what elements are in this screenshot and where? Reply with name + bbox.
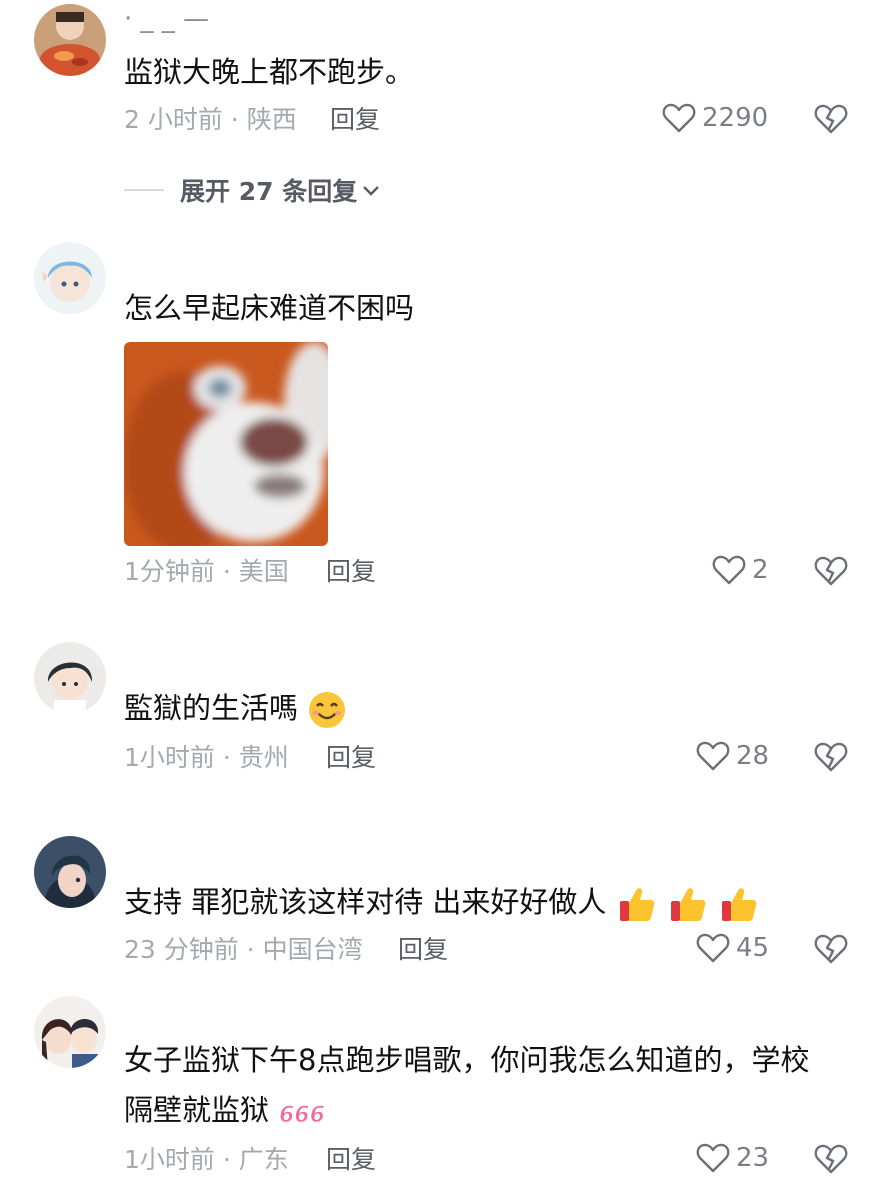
reply-button[interactable]: 回复 bbox=[330, 100, 380, 140]
like-count: 2 bbox=[752, 555, 769, 585]
time-location: 23 分钟前 · 中国台湾 bbox=[124, 935, 363, 964]
time-location: 2 小时前 · 陕西 bbox=[124, 105, 297, 134]
dislike-button[interactable] bbox=[814, 554, 848, 588]
comment-text: 支持 罪犯就该这样对待 出来好好做人 bbox=[124, 880, 760, 925]
divider bbox=[124, 189, 164, 191]
anime-boy-avatar-icon[interactable] bbox=[34, 642, 106, 714]
broken-heart-icon bbox=[814, 1144, 848, 1174]
comment-list: · _ _ — 监狱大晚上都不跑步。 2 小时前 · 陕西 回复 2290 展开… bbox=[0, 0, 874, 1200]
reply-button[interactable]: 回复 bbox=[398, 930, 448, 970]
comment-meta: 1分钟前 · 美国 回复 2 bbox=[124, 552, 874, 592]
smiling-face-emoji bbox=[309, 692, 346, 728]
food-photo-avatar-icon[interactable] bbox=[34, 4, 106, 76]
comment-text: 怎么早起床难道不困吗 bbox=[124, 291, 415, 325]
broken-heart-icon bbox=[814, 742, 848, 772]
reply-button[interactable]: 回复 bbox=[326, 738, 376, 778]
like-count: 2290 bbox=[702, 103, 769, 133]
like-count: 28 bbox=[736, 741, 770, 771]
svg-text:666: 666 bbox=[279, 1103, 324, 1127]
dislike-button[interactable] bbox=[814, 102, 848, 136]
couple-avatar-icon[interactable] bbox=[34, 996, 106, 1068]
expand-replies-button[interactable]: 展开 27 条回复 bbox=[124, 172, 381, 208]
thumbs-up-emoji bbox=[619, 888, 655, 921]
time-location: 1小时前 · 贵州 bbox=[124, 743, 289, 772]
like-button[interactable]: 45 bbox=[696, 932, 769, 964]
heart-icon bbox=[696, 741, 730, 771]
reply-button[interactable]: 回复 bbox=[326, 1140, 376, 1180]
comment-text-content: 隔壁就监狱 bbox=[124, 1093, 270, 1127]
dislike-button[interactable] bbox=[814, 740, 848, 774]
like-count: 45 bbox=[736, 933, 770, 963]
heart-icon bbox=[696, 933, 730, 963]
dislike-button[interactable] bbox=[814, 1142, 848, 1176]
comment-meta: 23 分钟前 · 中国台湾 回复 45 bbox=[124, 930, 874, 970]
expand-replies-label: 展开 27 条回复 bbox=[180, 177, 358, 206]
thumbs-up-emoji bbox=[670, 888, 706, 921]
dislike-button[interactable] bbox=[814, 932, 848, 966]
username[interactable]: · _ _ — bbox=[124, 4, 209, 34]
comment-text: 監獄的生活嗎 bbox=[124, 686, 347, 730]
thumbs-up-emoji-group bbox=[616, 885, 760, 921]
comment-text-content: 支持 罪犯就该这样对待 出来好好做人 bbox=[124, 885, 607, 919]
thumbs-up-emoji bbox=[722, 888, 757, 921]
like-count: 23 bbox=[736, 1143, 770, 1173]
broken-heart-icon bbox=[814, 556, 848, 586]
heart-icon bbox=[662, 103, 696, 133]
heart-icon bbox=[696, 1143, 730, 1173]
heart-icon bbox=[712, 555, 746, 585]
comment-text-content: 監獄的生活嗎 bbox=[124, 691, 299, 725]
time-location: 1小时前 · 广东 bbox=[124, 1145, 289, 1174]
comment-text: 监狱大晚上都不跑步。 bbox=[124, 55, 415, 89]
like-button[interactable]: 28 bbox=[696, 740, 769, 772]
anime-character-avatar-icon[interactable] bbox=[34, 242, 106, 314]
reply-button[interactable]: 回复 bbox=[326, 552, 376, 592]
like-button[interactable]: 23 bbox=[696, 1142, 769, 1174]
anime-girl-avatar-icon[interactable] bbox=[34, 836, 106, 908]
comment-meta: 2 小时前 · 陕西 回复 2290 bbox=[124, 100, 874, 140]
comment-text: 女子监狱下午8点跑步唱歌，你问我怎么知道的，学校 bbox=[124, 1043, 810, 1077]
comment-meta: 1小时前 · 广东 回复 23 bbox=[124, 1140, 874, 1180]
monkey-face-sticker[interactable] bbox=[124, 342, 328, 546]
chevron-down-icon bbox=[363, 186, 380, 196]
broken-heart-icon bbox=[814, 104, 848, 134]
like-button[interactable]: 2290 bbox=[662, 102, 768, 134]
broken-heart-icon bbox=[814, 934, 848, 964]
comment-text: 隔壁就监狱 666 bbox=[124, 1088, 324, 1132]
time-location: 1分钟前 · 美国 bbox=[124, 557, 289, 586]
comment-meta: 1小时前 · 贵州 回复 28 bbox=[124, 738, 874, 778]
666-emoji: 666 bbox=[279, 1103, 325, 1128]
like-button[interactable]: 2 bbox=[712, 554, 769, 586]
